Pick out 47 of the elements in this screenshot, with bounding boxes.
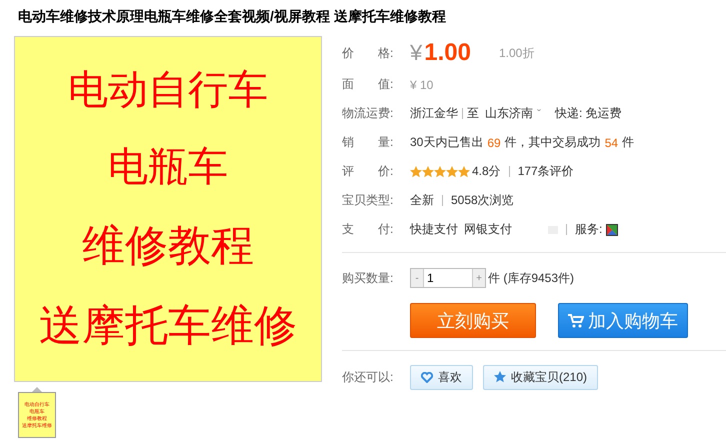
sales-text: 件 bbox=[622, 134, 634, 151]
payment-label: 支 付: bbox=[342, 221, 394, 238]
ship-to-dropdown[interactable]: 山东济南 bbox=[485, 105, 533, 122]
sales-label: 销 量: bbox=[342, 134, 394, 151]
sold-count: 69 bbox=[487, 136, 501, 150]
shipping-fee: 快递: 免运费 bbox=[555, 105, 622, 122]
buy-now-button[interactable]: 立刻购买 bbox=[410, 303, 536, 338]
increase-button[interactable]: + bbox=[473, 269, 485, 287]
sales-text: 件，其中交易成功 bbox=[504, 134, 601, 151]
image-caption: 电瓶车 bbox=[108, 147, 228, 188]
face-value-label: 面 值: bbox=[342, 76, 394, 93]
price-value: 1.00 bbox=[424, 39, 471, 67]
currency-symbol: ¥ bbox=[410, 40, 422, 66]
review-count[interactable]: 177条评价 bbox=[518, 163, 574, 180]
price-label: 价 格: bbox=[342, 44, 394, 62]
view-count: 5058次浏览 bbox=[451, 192, 514, 209]
service-icon bbox=[606, 224, 618, 236]
image-caption: 送摩托车维修 bbox=[39, 305, 297, 348]
cart-icon bbox=[568, 314, 584, 328]
discount-text: 1.00折 bbox=[498, 44, 534, 62]
condition: 全新 bbox=[410, 192, 434, 209]
rating-label: 评 价: bbox=[342, 163, 394, 180]
more-actions-label: 你还可以: bbox=[342, 368, 394, 386]
logistics-label: 物流运费: bbox=[342, 105, 394, 122]
decrease-button[interactable]: - bbox=[411, 269, 423, 287]
face-value: ¥ 10 bbox=[410, 78, 434, 92]
stock-text: 件 (库存9453件) bbox=[488, 270, 574, 286]
add-to-cart-button[interactable]: 加入购物车 bbox=[558, 303, 688, 338]
quantity-stepper[interactable]: - 1 + bbox=[410, 268, 486, 288]
favorite-button[interactable]: 收藏宝贝(210) bbox=[483, 364, 598, 390]
service-label: 服务: bbox=[575, 221, 602, 238]
caret-icon[interactable]: ˇ bbox=[537, 106, 541, 120]
product-title: 电动车维修技术原理电瓶车维修全套视频/视屏教程 送摩托车维修教程 bbox=[17, 7, 447, 26]
image-caption: 维修教程 bbox=[82, 224, 254, 268]
rating-score: 4.8分 bbox=[472, 163, 501, 180]
item-type-label: 宝贝类型: bbox=[342, 192, 394, 209]
to-label: 至 bbox=[467, 105, 479, 122]
success-count: 54 bbox=[604, 136, 618, 150]
sales-text: 30天内已售出 bbox=[410, 134, 484, 151]
heart-icon bbox=[421, 372, 433, 382]
star-icon bbox=[494, 371, 506, 383]
payment-method: 快捷支付 bbox=[410, 221, 458, 238]
like-button[interactable]: 喜欢 bbox=[410, 364, 473, 390]
ship-from: 浙江金华 bbox=[410, 105, 458, 122]
quantity-label: 购买数量: bbox=[342, 270, 394, 286]
image-caption: 电动自行车 bbox=[68, 70, 268, 110]
payment-method: 网银支付 bbox=[464, 221, 512, 238]
